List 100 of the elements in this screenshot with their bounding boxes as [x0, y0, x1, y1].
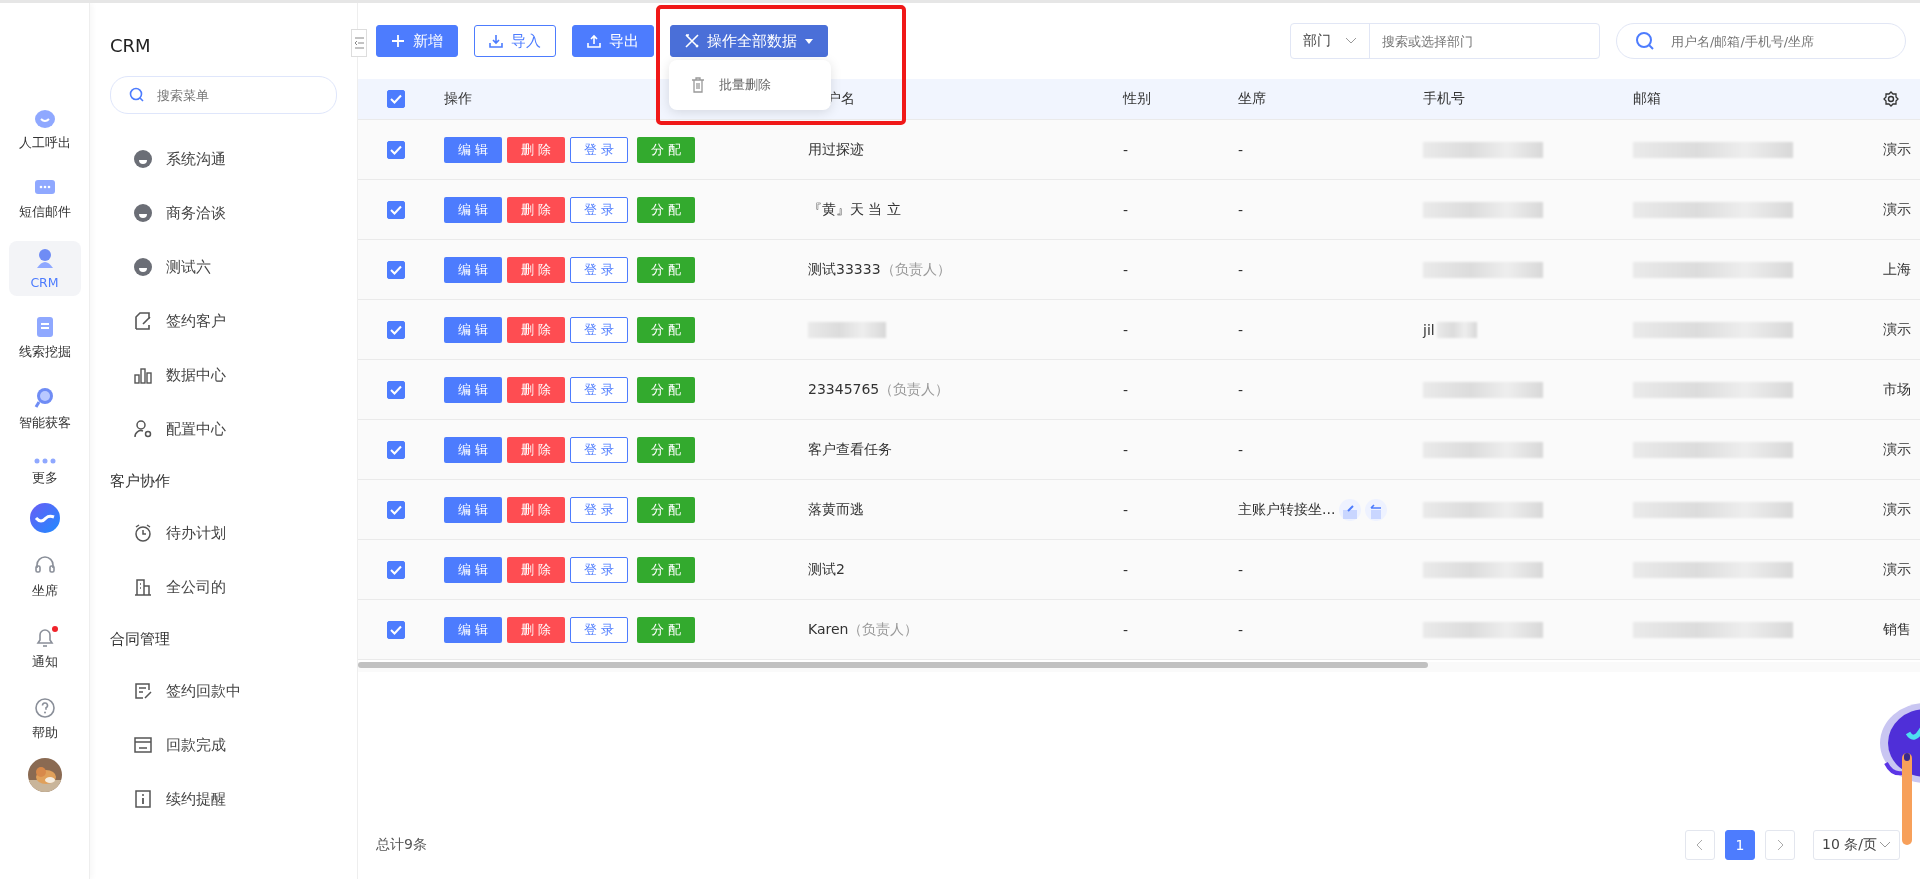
row-action-button[interactable]: 分 配 [637, 316, 695, 343]
checkbox[interactable] [387, 320, 405, 339]
row-action-button[interactable]: 分 配 [637, 196, 695, 223]
app-logo[interactable] [29, 503, 60, 533]
checkbox[interactable] [387, 260, 405, 279]
menu-item[interactable]: 数据中心 [110, 348, 337, 402]
row-action-button[interactable]: 分 配 [637, 376, 695, 403]
menu-item[interactable]: 系统沟通 [110, 132, 337, 186]
checkbox[interactable] [387, 140, 405, 159]
search-input[interactable]: 搜索菜单 [155, 86, 318, 104]
row-action-button[interactable]: 编 辑 [444, 376, 502, 403]
row-action-button[interactable]: 分 配 [637, 496, 695, 523]
row-action-button[interactable]: 删 除 [507, 496, 565, 523]
rail-nav-item[interactable]: 人工呼出 [8, 103, 81, 158]
row-action-button[interactable]: 登 录 [570, 376, 628, 403]
toolbar-button[interactable]: 新增 [376, 25, 458, 57]
table-cell: - [1123, 141, 1129, 158]
row-action-button[interactable]: 登 录 [570, 496, 628, 523]
rail-nav-item[interactable]: CRM [8, 241, 81, 296]
row-action-button[interactable]: 分 配 [637, 616, 695, 643]
checkbox[interactable] [387, 560, 405, 579]
row-action-button[interactable]: 分 配 [637, 136, 695, 163]
chevron-left-icon [1696, 839, 1704, 851]
toolbar-button[interactable]: 导出 [572, 25, 654, 57]
rail-nav-item[interactable]: 短信邮件 [8, 172, 81, 227]
row-action-button[interactable]: 编 辑 [444, 256, 502, 283]
row-action-button[interactable]: 分 配 [637, 436, 695, 463]
menu-search-field[interactable]: 搜索菜单 [110, 76, 337, 114]
row-action-button[interactable]: 编 辑 [444, 556, 502, 583]
rail-nav-item[interactable]: 更多 [8, 452, 81, 493]
rail-nav-item[interactable]: 通知 [8, 620, 81, 677]
menu-item[interactable]: 签约客户 [110, 294, 337, 348]
row-action-button[interactable]: 删 除 [507, 196, 565, 223]
row-action-button[interactable]: 分 配 [637, 256, 695, 283]
menu-item[interactable]: 续约提醒 [110, 772, 337, 826]
settings-icon[interactable] [1883, 91, 1899, 107]
rail-nav-item[interactable]: 线索挖掘 [8, 310, 81, 367]
row-action-button[interactable]: 删 除 [507, 616, 565, 643]
arrow-left-icon[interactable] [1365, 498, 1388, 521]
chevron-down-icon [1345, 37, 1357, 45]
table-cell: 演示 [1883, 440, 1911, 459]
rail-nav-item[interactable]: 帮助 [8, 691, 81, 748]
row-action-button[interactable]: 登 录 [570, 316, 628, 343]
info-icon [134, 790, 152, 808]
rail-nav-item[interactable]: 坐席 [8, 549, 81, 606]
rail-nav-item[interactable]: 智能获客 [8, 381, 81, 438]
edit-icon[interactable] [1339, 498, 1362, 521]
user-name: 『黄』天 当 立 [808, 200, 901, 219]
row-action-button[interactable]: 删 除 [507, 376, 565, 403]
row-action-button[interactable]: 登 录 [570, 136, 628, 163]
toolbar-button[interactable]: 导入 [474, 25, 556, 57]
magnifier-icon [33, 387, 56, 409]
chevron-down-icon [1879, 841, 1891, 849]
search-input[interactable]: 用户名/邮箱/手机号/坐席 [1669, 32, 1895, 50]
checkbox[interactable] [387, 440, 405, 459]
row-action-button[interactable]: 删 除 [507, 316, 565, 343]
row-action-button[interactable]: 删 除 [507, 256, 565, 283]
table-cell: - [1238, 441, 1244, 458]
row-action-button[interactable]: 删 除 [507, 436, 565, 463]
blurred-block [1436, 321, 1477, 338]
checkbox[interactable] [387, 200, 405, 219]
checkbox[interactable] [387, 500, 405, 519]
row-action-button[interactable]: 登 录 [570, 196, 628, 223]
row-action-button[interactable]: 登 录 [570, 256, 628, 283]
row-action-button[interactable]: 登 录 [570, 556, 628, 583]
checkbox[interactable] [387, 620, 405, 639]
menu-item[interactable]: 待办计划 [110, 506, 337, 560]
row-action-button[interactable]: 分 配 [637, 556, 695, 583]
scrollbar-thumb[interactable] [358, 662, 1428, 668]
menu-item[interactable]: 测试六 [110, 240, 337, 294]
department-input[interactable]: 搜索或选择部门 [1370, 32, 1599, 50]
row-action-button[interactable]: 编 辑 [444, 136, 502, 163]
menu-item[interactable]: 回款完成 [110, 718, 337, 772]
menu-item[interactable]: 签约回款中 [110, 664, 337, 718]
table-cell: 演示 [1883, 140, 1911, 159]
row-action-button[interactable]: 编 辑 [444, 316, 502, 343]
page-size-select[interactable]: 10 条/页 [1813, 830, 1900, 860]
checkbox[interactable] [387, 90, 405, 108]
alarm-clock-icon [134, 524, 152, 542]
dropdown-button[interactable]: 操作全部数据 [670, 25, 828, 57]
table-cell: - [1238, 621, 1244, 638]
checkbox[interactable] [387, 380, 405, 399]
row-action-button[interactable]: 登 录 [570, 436, 628, 463]
menu-item[interactable]: 商务洽谈 [110, 186, 337, 240]
menu-item[interactable]: 配置中心 [110, 402, 337, 456]
column-header: 坐席 [1238, 90, 1266, 108]
row-action-button[interactable]: 编 辑 [444, 496, 502, 523]
page-button[interactable]: 1 [1725, 830, 1755, 860]
department-filter[interactable]: 部门 搜索或选择部门 [1290, 23, 1600, 59]
row-action-button[interactable]: 删 除 [507, 136, 565, 163]
edit-document-icon [134, 682, 152, 700]
table-cell: - [1123, 201, 1129, 218]
user-name: 测试33333（负责人） [808, 260, 951, 279]
row-action-button[interactable]: 编 辑 [444, 616, 502, 643]
row-action-button[interactable]: 登 录 [570, 616, 628, 643]
row-action-button[interactable]: 编 辑 [444, 196, 502, 223]
row-action-button[interactable]: 删 除 [507, 556, 565, 583]
row-action-button[interactable]: 编 辑 [444, 436, 502, 463]
menu-item[interactable]: 全公司的 [110, 560, 337, 614]
user-name: 23345765（负责人） [808, 380, 950, 399]
